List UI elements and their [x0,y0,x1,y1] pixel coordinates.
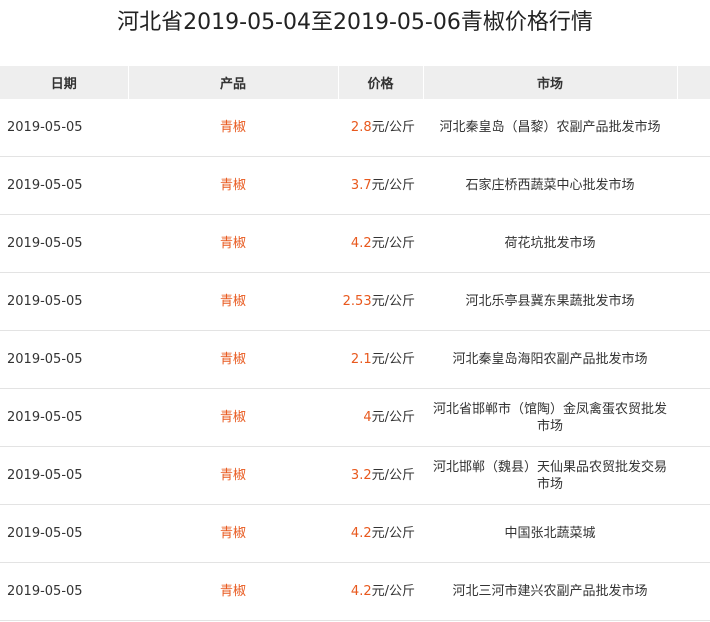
page-title: 河北省2019-05-04至2019-05-06青椒价格行情 [117,10,593,35]
row-product-link[interactable]: 青椒 [128,388,338,447]
column-header-price: 价格 [338,66,424,99]
table-row: 2019-05-05 青椒 4.2元/公斤 河北三河市建兴农副产品批发市场 [0,562,710,621]
row-spacer [677,214,710,273]
table-header-row: 日期 产品 价格 市场 [0,66,710,99]
row-market: 河北秦皇岛（昌黎）农副产品批发市场 [423,99,677,157]
row-product-link[interactable]: 青椒 [128,99,338,157]
row-price-unit: 元/公斤 [371,468,415,483]
row-price-value: 2.8 [350,120,372,135]
row-price-value: 3.7 [350,178,372,193]
table-row: 2019-05-05 青椒 4.2元/公斤 中国张北蔬菜城 [0,504,710,563]
row-price-value: 4.2 [350,236,372,251]
row-product-link[interactable]: 青椒 [128,272,338,331]
row-price-value: 4.2 [350,526,372,541]
row-date: 2019-05-05 [0,504,128,563]
row-date: 2019-05-05 [0,388,128,447]
row-price-value: 3.2 [350,468,372,483]
row-date: 2019-05-05 [0,156,128,215]
column-header-date: 日期 [0,66,129,99]
row-date: 2019-05-05 [0,562,128,621]
row-spacer [677,446,710,505]
table-row: 2019-05-05 青椒 2.53元/公斤 河北乐亭县冀东果蔬批发市场 [0,272,710,331]
row-spacer [677,504,710,563]
row-product-link[interactable]: 青椒 [128,156,338,215]
row-price: 3.2元/公斤 [338,446,423,505]
table-row: 2019-05-05 青椒 4.2元/公斤 荷花坑批发市场 [0,214,710,273]
row-market: 河北三河市建兴农副产品批发市场 [423,562,677,621]
row-spacer [677,562,710,621]
column-header-product: 产品 [128,66,339,99]
row-price: 4元/公斤 [338,388,423,447]
row-price-unit: 元/公斤 [371,120,415,135]
row-date: 2019-05-05 [0,214,128,273]
table-row: 2019-05-05 青椒 2.1元/公斤 河北秦皇岛海阳农副产品批发市场 [0,330,710,389]
row-price-unit: 元/公斤 [371,584,415,599]
column-header-market: 市场 [423,66,678,99]
row-price-unit: 元/公斤 [371,236,415,251]
row-market: 中国张北蔬菜城 [423,504,677,563]
row-price-unit: 元/公斤 [371,294,415,309]
row-price-unit: 元/公斤 [371,410,415,425]
row-price-value: 4 [363,410,372,425]
row-spacer [677,272,710,331]
row-price: 4.2元/公斤 [338,504,423,563]
row-price-value: 4.2 [350,584,372,599]
row-spacer [677,99,710,157]
table-row: 2019-05-05 青椒 2.8元/公斤 河北秦皇岛（昌黎）农副产品批发市场 [0,99,710,157]
row-product-link[interactable]: 青椒 [128,214,338,273]
row-product-link[interactable]: 青椒 [128,330,338,389]
row-market: 石家庄桥西蔬菜中心批发市场 [423,156,677,215]
row-date: 2019-05-05 [0,272,128,331]
row-product-link[interactable]: 青椒 [128,446,338,505]
row-price: 4.2元/公斤 [338,562,423,621]
row-price-value: 2.53 [342,294,372,309]
row-price-value: 2.1 [350,352,372,367]
row-market: 荷花坑批发市场 [423,214,677,273]
row-price: 2.53元/公斤 [338,272,423,331]
row-spacer [677,388,710,447]
table-row: 2019-05-05 青椒 4元/公斤 河北省邯郸市（馆陶）金凤禽蛋农贸批发市场 [0,388,710,447]
row-price: 3.7元/公斤 [338,156,423,215]
row-price-unit: 元/公斤 [371,178,415,193]
row-date: 2019-05-05 [0,446,128,505]
row-price-unit: 元/公斤 [371,352,415,367]
row-market: 河北邯郸（魏县）天仙果品农贸批发交易市场 [423,446,677,505]
row-market: 河北省邯郸市（馆陶）金凤禽蛋农贸批发市场 [423,388,677,447]
row-market: 河北秦皇岛海阳农副产品批发市场 [423,330,677,389]
row-market: 河北乐亭县冀东果蔬批发市场 [423,272,677,331]
row-price: 4.2元/公斤 [338,214,423,273]
row-date: 2019-05-05 [0,330,128,389]
price-table: 日期 产品 价格 市场 2019-05-05 青椒 2.8元/公斤 河北秦皇岛（… [0,66,710,621]
table-row: 2019-05-05 青椒 3.7元/公斤 石家庄桥西蔬菜中心批发市场 [0,156,710,215]
row-price: 2.1元/公斤 [338,330,423,389]
row-spacer [677,156,710,215]
row-date: 2019-05-05 [0,99,128,157]
row-product-link[interactable]: 青椒 [128,504,338,563]
row-spacer [677,330,710,389]
column-header-spacer [677,66,710,99]
table-body: 2019-05-05 青椒 2.8元/公斤 河北秦皇岛（昌黎）农副产品批发市场 … [0,99,710,621]
table-row: 2019-05-05 青椒 3.2元/公斤 河北邯郸（魏县）天仙果品农贸批发交易… [0,446,710,505]
row-price-unit: 元/公斤 [371,526,415,541]
row-product-link[interactable]: 青椒 [128,562,338,621]
price-page: 河北省2019-05-04至2019-05-06青椒价格行情 日期 产品 价格 … [0,0,710,622]
row-price: 2.8元/公斤 [338,99,423,157]
